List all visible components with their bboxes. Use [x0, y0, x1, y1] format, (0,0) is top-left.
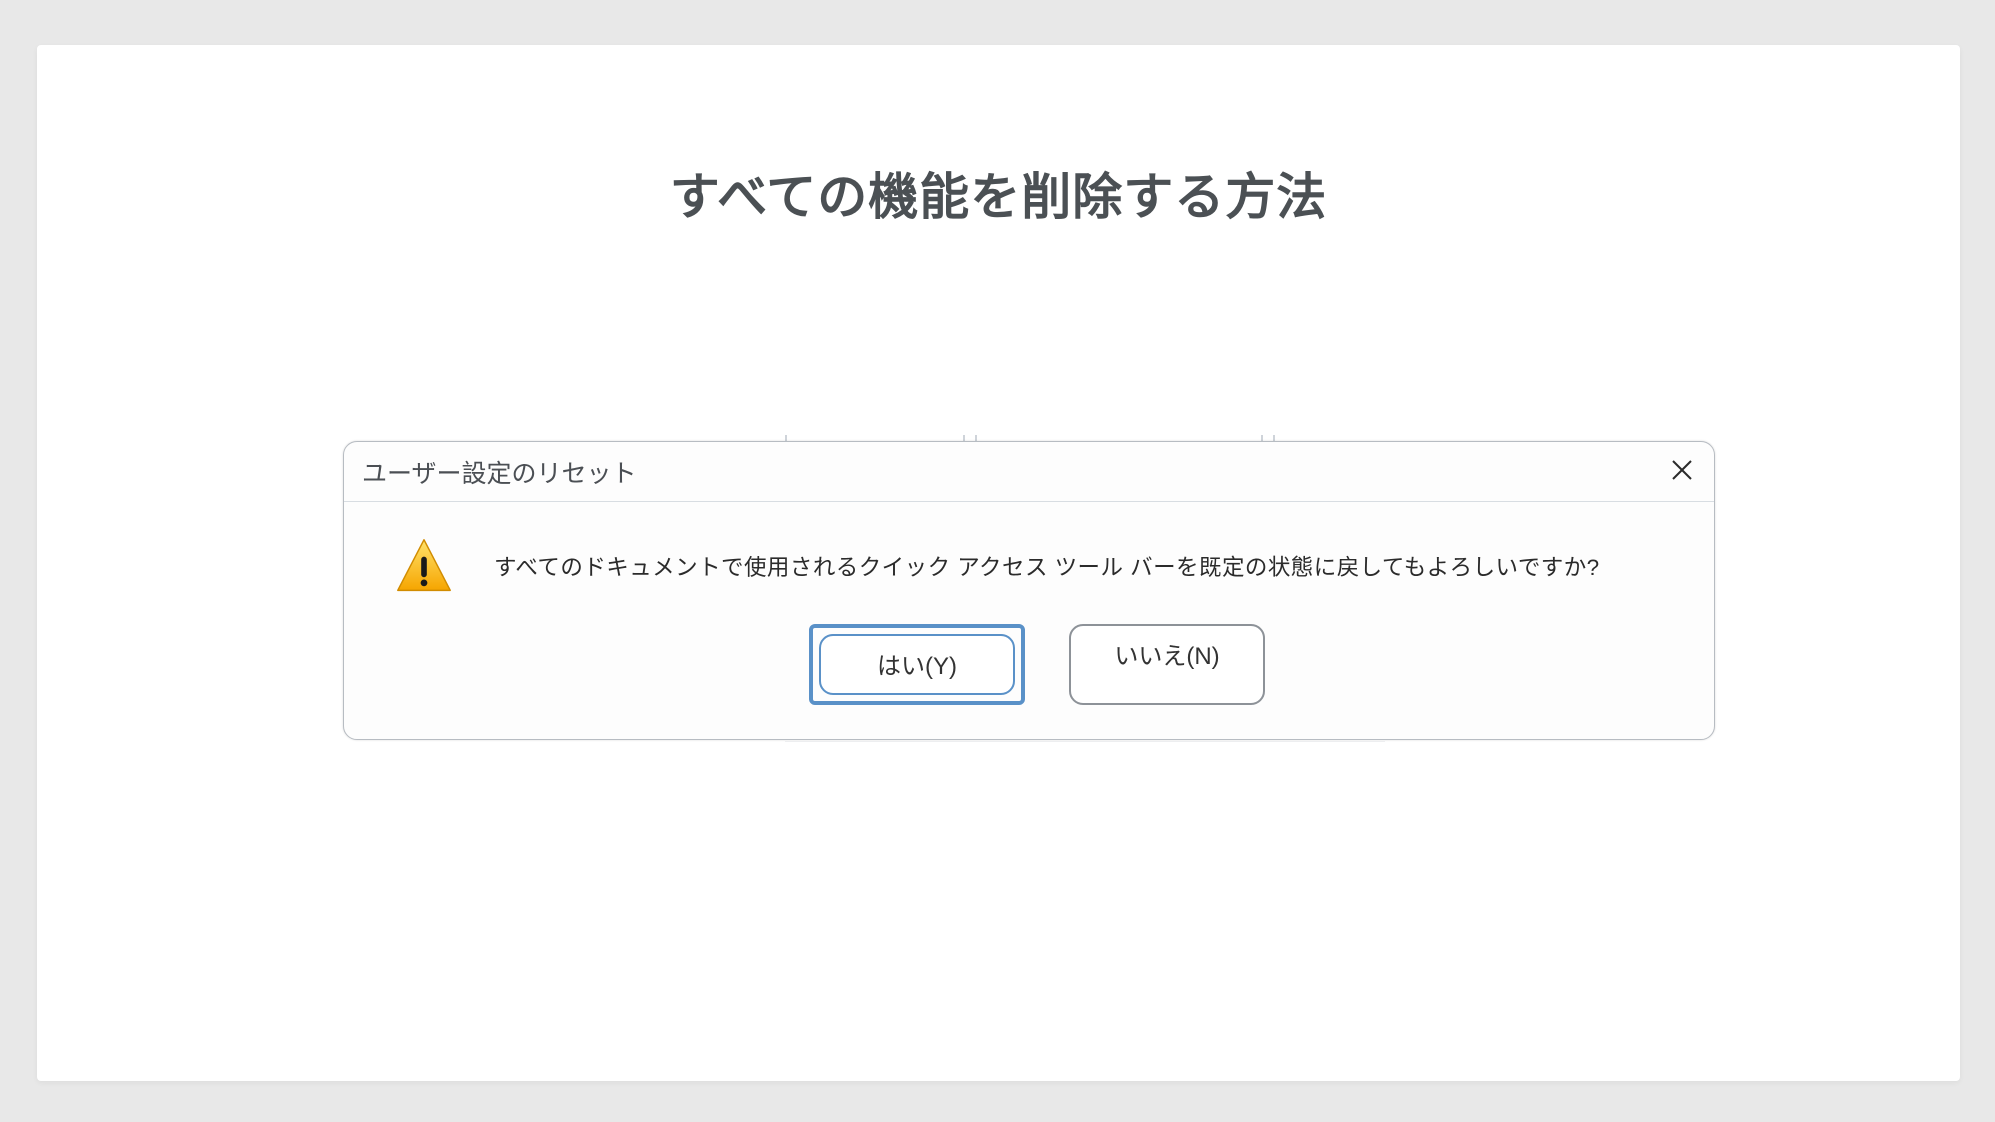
warning-icon — [394, 536, 454, 596]
dialog-title: ユーザー設定のリセット — [362, 454, 637, 490]
default-button-focus-ring: はい(Y) — [809, 624, 1025, 705]
no-button[interactable]: いいえ(N) — [1069, 624, 1265, 705]
dialog-message: すべてのドキュメントで使用されるクイック アクセス ツール バーを既定の状態に戻… — [494, 550, 1600, 582]
reset-customizations-dialog: ユーザー設定のリセット — [343, 441, 1715, 740]
close-icon — [1671, 459, 1693, 486]
page-title: すべての機能を削除する方法 — [37, 157, 1960, 229]
content-card: すべての機能を削除する方法 ユーザー設定のリセット — [37, 45, 1960, 1081]
dialog-body: すべてのドキュメントで使用されるクイック アクセス ツール バーを既定の状態に戻… — [344, 502, 1714, 739]
close-button[interactable] — [1660, 450, 1704, 494]
page-root: すべての機能を削除する方法 ユーザー設定のリセット — [0, 0, 1995, 1122]
dialog-button-row: はい(Y) いいえ(N) — [400, 624, 1674, 709]
yes-button[interactable]: はい(Y) — [819, 634, 1015, 695]
dialog-message-row: すべてのドキュメントで使用されるクイック アクセス ツール バーを既定の状態に戻… — [400, 536, 1674, 596]
dialog-titlebar[interactable]: ユーザー設定のリセット — [344, 442, 1714, 502]
